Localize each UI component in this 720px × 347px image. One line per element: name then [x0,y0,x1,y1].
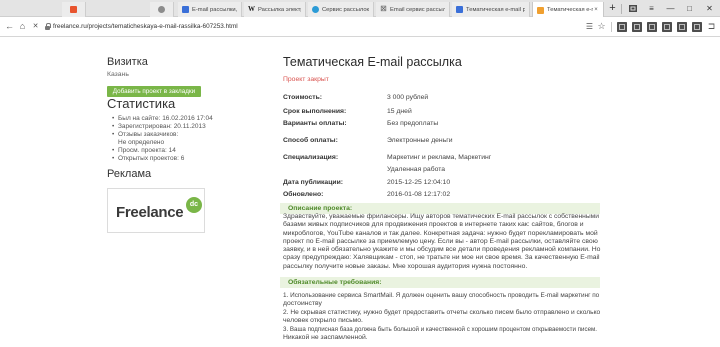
detail-label: Способ оплаты: [283,137,338,144]
detail-value: 2016-01-08 12:17:02 [387,191,451,198]
description-line: Здравствуйте, уважаемые фрилансеры. Ищу … [283,213,599,220]
status-badge: Проект закрыт [283,76,329,83]
detail-row: Обновлено: 2016-01-08 12:17:02 [283,190,601,200]
pinned-tab-2[interactable] [150,2,174,17]
requirement-line: человек открыло письмо. [283,317,363,325]
tab-label: Сервис рассылок. Как [322,6,369,13]
extension-icon[interactable] [662,22,672,32]
extension-icon[interactable] [632,22,642,32]
requirement-line: достоинству [283,300,322,308]
new-tab-button[interactable] [606,2,619,15]
home-icon[interactable] [17,21,28,32]
tab-5[interactable]: Тематическая e-mail рассылк [452,2,530,17]
description-title: Описание проекта: [288,205,353,212]
detail-label: Специализация: [283,154,339,161]
detail-label: Дата публикации: [283,179,344,186]
detail-row: Способ оплаты: Электронные деньги [283,136,601,146]
pinned-tab-1[interactable] [62,2,86,17]
tab-1[interactable]: Е-mail рассылки, про [178,2,242,17]
extension-icon[interactable] [692,22,702,32]
star-bookmark-icon[interactable] [596,21,607,32]
tab-label: Е-mail рассылки, про [192,6,237,13]
detail-row: Варианты оплаты: Без предоплаты [283,119,601,129]
wikipedia-icon [248,6,255,13]
detail-label: Срок выполнения: [283,108,347,115]
requirements-text: 1. Использование сервиса SmartMail. Я до… [283,292,601,342]
requirement-line: 2. Не скрывая статистику, нужно будет пр… [283,308,601,316]
tab-list-icon[interactable] [626,2,639,15]
detail-value-link[interactable]: Удаленная работа [387,165,445,175]
requirement-line: 3. Ваша подписная база должна быть больш… [283,325,597,333]
detail-value: 15 дней [387,108,412,115]
description-text: Здравствуйте, уважаемые фрилансеры. Ищу … [283,213,601,271]
gray-favicon-icon [158,6,165,13]
description-line: заявку, и в ней обязательно укажите и мы… [283,246,601,254]
tab-label: Тематическая e-mail рассылк [466,6,525,13]
tab-2[interactable]: Рассылка электронно [244,2,306,17]
description-line: сразу предупреждаю: Халявщикам - стоп, н… [283,254,600,262]
tab-bar: Е-mail рассылки, про Рассылка электронно… [0,0,720,18]
requirements-section-header: Обязательные требования: [280,277,600,288]
requirement-line: Никакой не заспамленной. [283,333,368,341]
tab-label: Email сервис рассылк [390,6,445,13]
extension-icon[interactable] [647,22,657,32]
extension-icon[interactable] [617,22,627,32]
detail-value: 2015-12-25 12:04:10 [387,179,451,186]
extension-icon[interactable] [677,22,687,32]
reader-mode-icon[interactable] [584,21,595,32]
address-toolbar: freelance.ru/projects/tematicheskaya-e-m… [0,17,720,37]
description-line: рассылку получите новые заказы. Мне хоро… [283,262,528,270]
page-title: Тематическая E-mail рассылка [283,55,462,69]
detail-row: Специализация: Маркетинг и реклама, Марк… [283,153,601,173]
detail-row: Дата публикации: 2015-12-25 12:04:10 [283,178,601,188]
lock-icon [42,21,53,32]
blue-favicon-icon [182,6,189,13]
detail-value: 3 000 рублей [387,94,429,101]
maximize-icon[interactable] [683,2,696,15]
detail-label: Стоимость: [283,94,323,101]
tab-bar-divider [621,4,622,14]
detail-value: Электронные деньги [387,137,453,144]
close-tab-icon[interactable] [593,7,599,13]
stop-icon[interactable] [30,21,41,32]
page-content: Визитка Казань Добавить проект в закладк… [0,37,720,347]
tab-label: Рассылка электронно [258,6,301,13]
sidebar-toggle-icon[interactable] [706,21,717,32]
x-favicon-icon [380,6,387,13]
back-arrow-icon[interactable] [4,21,15,32]
tab-label: Тематическая e-mail рас [547,7,593,13]
description-line: микроблогов, YouTube каналов и так далее… [283,229,598,237]
description-line: базами живых подписчиков для продвижения… [283,221,584,229]
detail-label: Обновлено: [283,191,324,198]
toolbar-divider [611,22,612,32]
detail-row: Срок выполнения: 15 дней [283,107,601,117]
requirement-line: 1. Использование сервиса SmartMail. Я до… [283,292,600,299]
menu-icon[interactable] [645,2,658,15]
detail-value: Без предоплаты [387,120,439,127]
tab-3[interactable]: Сервис рассылок. Как [308,2,374,17]
detail-label: Варианты оплаты: [283,120,347,127]
minimize-icon[interactable] [664,2,677,15]
globe-favicon-icon [312,6,319,13]
blue-favicon-icon [456,6,463,13]
detail-value-link[interactable]: Маркетинг и реклама, Маркетинг [387,153,491,163]
address-bar-url[interactable]: freelance.ru/projects/tematicheskaya-e-m… [53,23,238,31]
requirements-title: Обязательные требования: [288,279,382,286]
orange-favicon-icon [70,6,77,13]
description-line: проект по E-mail рассылке за приемлемую … [283,237,598,245]
tab-active[interactable]: Тематическая e-mail рас [532,2,604,18]
detail-row: Стоимость: 3 000 рублей [283,93,601,103]
close-window-icon[interactable] [703,2,716,15]
freelance-favicon-icon [537,6,544,14]
project-main: Тематическая E-mail рассылка Проект закр… [0,37,720,347]
tab-4[interactable]: Email сервис рассылк [376,2,450,17]
